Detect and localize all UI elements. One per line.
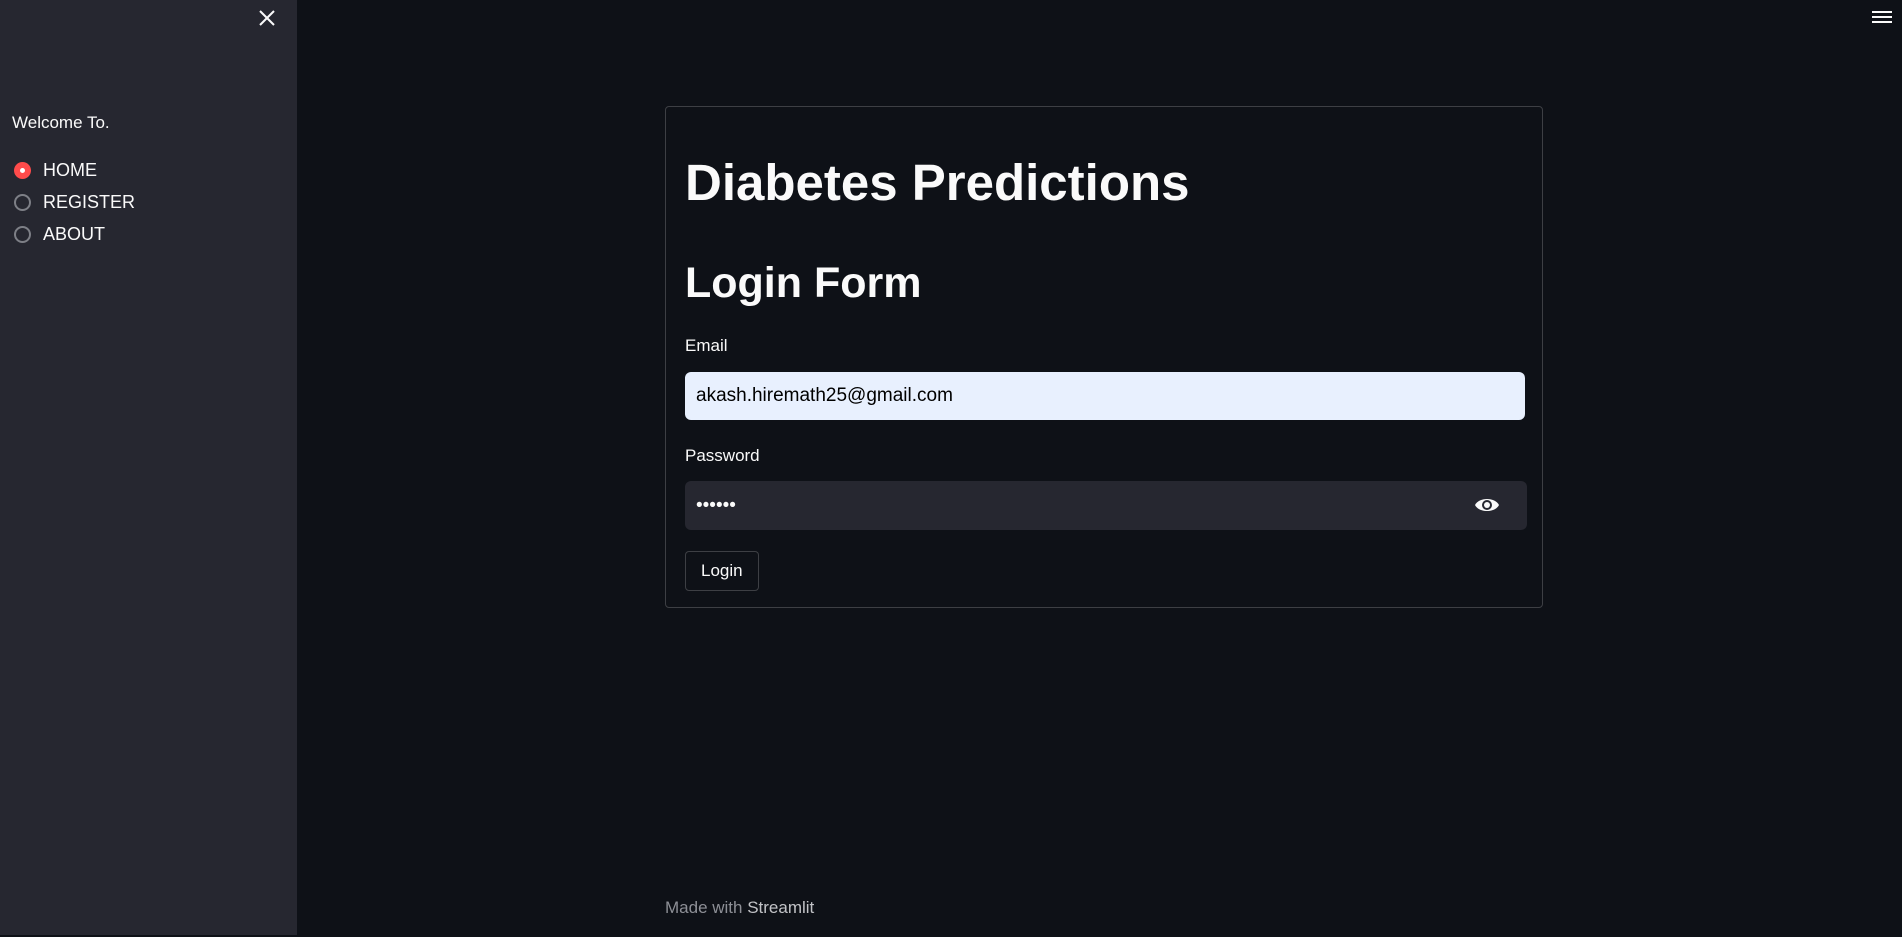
radio-selected-icon[interactable] <box>14 161 31 179</box>
password-container <box>685 481 1527 530</box>
radio-option-register[interactable]: REGISTER <box>14 186 135 218</box>
email-field[interactable] <box>685 372 1525 420</box>
password-label: Password <box>685 446 760 465</box>
sidebar: Welcome To. HOME REGISTER ABOUT <box>0 0 297 935</box>
login-form-card: Diabetes Predictions Login Form Email Pa… <box>665 106 1543 608</box>
radio-option-label: HOME <box>43 159 97 180</box>
footer: Made with Streamlit <box>665 898 814 918</box>
radio-unselected-icon[interactable] <box>14 225 31 243</box>
footer-prefix: Made with <box>665 898 748 917</box>
radio-option-label: REGISTER <box>43 191 136 212</box>
radio-option-label: ABOUT <box>43 223 106 244</box>
form-title: Login Form <box>685 259 922 307</box>
page-title: Diabetes Predictions <box>685 154 1190 211</box>
eye-icon[interactable] <box>1474 494 1500 516</box>
sidebar-caption: Welcome To. <box>12 113 110 132</box>
email-label: Email <box>685 336 728 355</box>
hamburger-menu-icon[interactable] <box>1872 8 1892 26</box>
login-button[interactable]: Login <box>685 551 759 591</box>
radio-unselected-icon[interactable] <box>14 193 31 211</box>
nav-radio-group: HOME REGISTER ABOUT <box>14 154 135 250</box>
radio-option-about[interactable]: ABOUT <box>14 218 135 250</box>
close-icon[interactable] <box>256 7 278 29</box>
password-field[interactable] <box>685 481 1465 530</box>
streamlit-link[interactable]: Streamlit <box>747 898 814 917</box>
radio-option-home[interactable]: HOME <box>14 154 135 186</box>
